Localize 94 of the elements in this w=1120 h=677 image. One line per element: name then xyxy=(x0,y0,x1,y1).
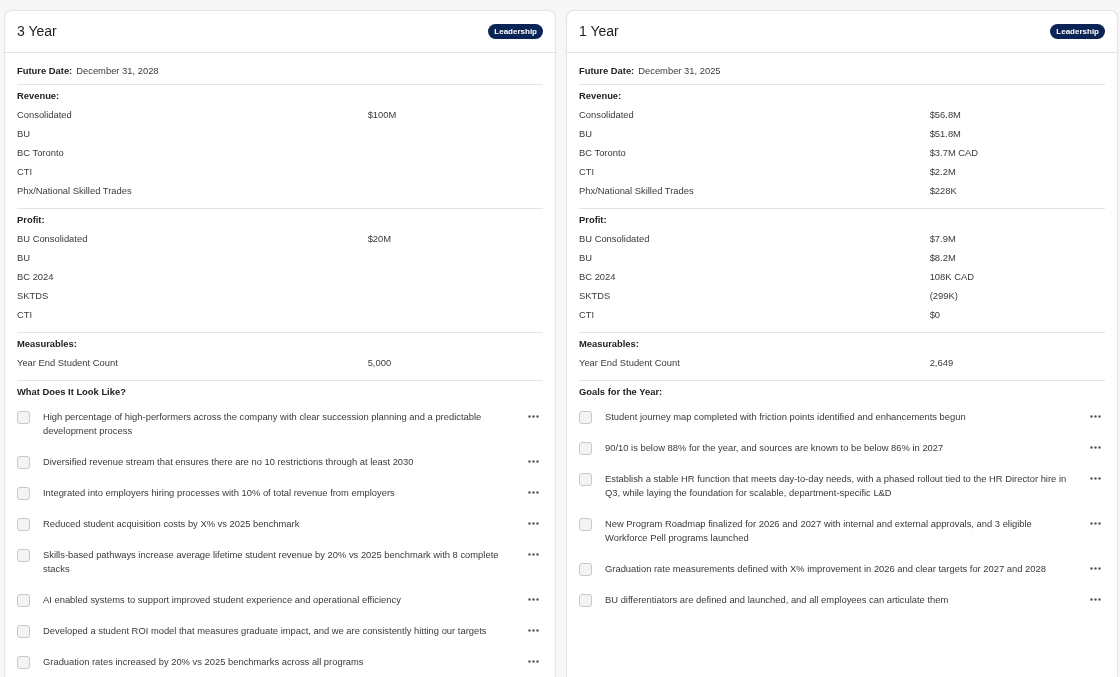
row-value: $7.9M xyxy=(929,232,956,246)
row-label: CTI xyxy=(579,165,595,179)
more-horizontal-icon xyxy=(1089,522,1101,525)
goal-text: Developed a student ROI model that measures graduate impact, and we are consistently hitting our targets xyxy=(43,623,488,638)
row-label: BC 2024 xyxy=(579,270,616,284)
checkbox[interactable] xyxy=(17,624,30,638)
field-value: December 31, 2028 xyxy=(76,64,159,78)
tag: Leadership xyxy=(488,24,543,39)
more-horizontal-icon xyxy=(527,553,539,556)
row-label: BU xyxy=(579,251,593,265)
goal-text: Graduation rates increased by 20% vs 2025 benchmarks across all programs xyxy=(43,654,365,669)
goal-text: New Program Roadmap finalized for 2026 and 2027 with internal and external approvals, and 3 eligible Workforce Pell programs launched xyxy=(605,516,1033,545)
checkbox[interactable] xyxy=(579,410,592,424)
row-value: $56.8M xyxy=(929,108,961,122)
more-horizontal-icon xyxy=(527,491,539,494)
more-horizontal-icon xyxy=(527,522,539,525)
goal-text: Graduation rate measurements defined with X% improvement in 2026 and clear targets for 2027 and 2028 xyxy=(605,561,1047,576)
checkbox[interactable] xyxy=(17,548,30,562)
row-label: Phx/National Skilled Trades xyxy=(17,184,132,198)
field-label: Future Date: xyxy=(579,64,635,78)
checkbox[interactable] xyxy=(17,593,30,607)
row-label: BU xyxy=(17,127,31,141)
row-label: CTI xyxy=(17,165,33,179)
goal-text: Diversified revenue stream that ensures there are no 10 restrictions through at least 2030 xyxy=(43,454,415,469)
checkbox[interactable] xyxy=(17,655,30,669)
checkbox[interactable] xyxy=(579,517,592,531)
more-horizontal-icon xyxy=(527,415,539,418)
more-horizontal-icon xyxy=(1089,598,1101,601)
row-value: 2,649 xyxy=(929,356,954,370)
row-label: BC Toronto xyxy=(579,146,626,160)
checkbox[interactable] xyxy=(17,517,30,531)
goal-text: Establish a stable HR function that meets day-to-day needs, with a phased rollout tied to the HR Director hire in Q3, while laying the foundation for scalable, department-specific L&D xyxy=(605,471,1068,500)
checkbox[interactable] xyxy=(579,472,592,486)
row-value: $0 xyxy=(929,308,941,322)
tag: Leadership xyxy=(1050,24,1105,39)
row-label: Consolidated xyxy=(17,108,72,122)
row-value: 108K CAD xyxy=(929,270,974,284)
more-horizontal-icon xyxy=(527,660,539,663)
section-heading: Revenue: xyxy=(17,89,60,103)
more-horizontal-icon xyxy=(527,629,539,632)
goal-text: 90/10 is below 88% for the year, and sources are known to be below 86% in 2027 xyxy=(605,440,945,455)
section-heading: Profit: xyxy=(579,213,607,227)
row-value: $3.7M CAD xyxy=(929,146,979,160)
row-value: $8.2M xyxy=(929,251,956,265)
row-label: CTI xyxy=(579,308,595,322)
row-label: BU xyxy=(579,127,593,141)
row-label: SKTDS xyxy=(579,289,611,303)
section-heading: Goals for the Year: xyxy=(579,385,663,399)
row-label: BU xyxy=(17,251,31,265)
row-value: $20M xyxy=(367,232,392,246)
row-value: $51.8M xyxy=(929,127,961,141)
row-label: Year End Student Count xyxy=(17,356,118,370)
section-heading: Measurables: xyxy=(17,337,77,351)
row-label: Phx/National Skilled Trades xyxy=(579,184,694,198)
row-label: BU Consolidated xyxy=(17,232,88,246)
section-heading: Profit: xyxy=(17,213,45,227)
row-label: Consolidated xyxy=(579,108,634,122)
row-label: BC 2024 xyxy=(17,270,54,284)
more-horizontal-icon xyxy=(1089,567,1101,570)
checkbox[interactable] xyxy=(579,441,592,455)
row-label: SKTDS xyxy=(17,289,49,303)
checkbox[interactable] xyxy=(17,486,30,500)
goal-text: Reduced student acquisition costs by X% vs 2025 benchmark xyxy=(43,516,301,531)
more-horizontal-icon xyxy=(1089,415,1101,418)
more-horizontal-icon xyxy=(1089,477,1101,480)
card-title: 3 Year xyxy=(17,22,57,41)
row-value: (299K) xyxy=(929,289,958,303)
goal-text: AI enabled systems to support improved student experience and operational efficiency xyxy=(43,592,402,607)
row-value: 5,000 xyxy=(367,356,392,370)
field-label: Future Date: xyxy=(17,64,73,78)
more-horizontal-icon xyxy=(1089,446,1101,449)
row-value: $100M xyxy=(367,108,397,122)
more-horizontal-icon xyxy=(527,460,539,463)
section-heading: Revenue: xyxy=(579,89,622,103)
section-heading: What Does It Look Like? xyxy=(17,385,126,399)
row-label: Year End Student Count xyxy=(579,356,680,370)
card-title: 1 Year xyxy=(579,22,619,41)
goal-text: Student journey map completed with friction points identified and enhancements begun xyxy=(605,409,967,424)
checkbox[interactable] xyxy=(17,455,30,469)
row-label: BC Toronto xyxy=(17,146,64,160)
row-label: BU Consolidated xyxy=(579,232,650,246)
goal-text: Skills-based pathways increase average lifetime student revenue by 20% vs 2025 benchmark with 8 complete stacks xyxy=(43,547,500,576)
field-value: December 31, 2025 xyxy=(638,64,721,78)
row-value: $228K xyxy=(929,184,957,198)
goal-text: Integrated into employers hiring processes with 10% of total revenue from employers xyxy=(43,485,396,500)
checkbox[interactable] xyxy=(579,562,592,576)
goal-text: BU differentiators are defined and launched, and all employees can articulate them xyxy=(605,592,950,607)
checkbox[interactable] xyxy=(17,410,30,424)
checkbox[interactable] xyxy=(579,593,592,607)
row-label: CTI xyxy=(17,308,33,322)
row-value: $2.2M xyxy=(929,165,956,179)
goal-text: High percentage of high-performers across the company with clear succession planning and a predictable development process xyxy=(43,409,483,438)
section-heading: Measurables: xyxy=(579,337,639,351)
more-horizontal-icon xyxy=(527,598,539,601)
